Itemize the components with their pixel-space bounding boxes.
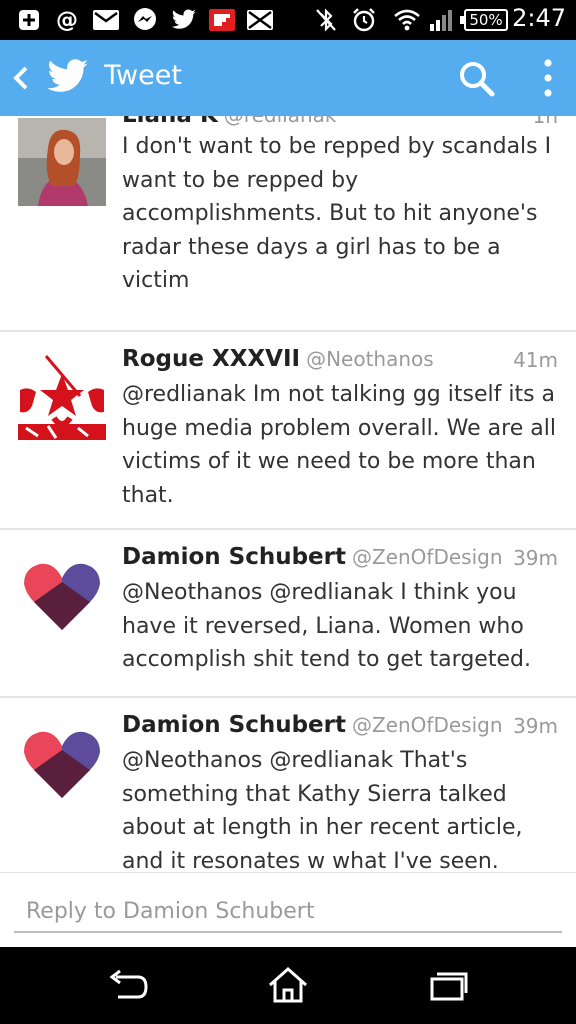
alarm-icon: [350, 6, 378, 34]
messenger-icon: [131, 6, 159, 34]
tweet-author-name[interactable]: Liana K: [122, 116, 218, 128]
home-icon[interactable]: [266, 965, 310, 1005]
back-arrow-icon[interactable]: [8, 62, 32, 94]
avatar[interactable]: [18, 352, 106, 440]
tweet-text: I don't want to be repped by scandals I …: [122, 134, 552, 293]
tweet-header: Rogue XXXVII @Neothanos 41m: [122, 346, 558, 376]
status-clock: 2:47: [512, 4, 566, 32]
tweet-item[interactable]: Damion Schubert @ZenOfDesign 39m @Neothan…: [0, 698, 576, 872]
flipboard-icon: [208, 6, 236, 34]
twitter-icon: [170, 6, 198, 34]
bluetooth-off-icon: [312, 6, 340, 34]
tweet-text: @Neothanos @redlianak That's something t…: [122, 748, 523, 872]
tweet-timestamp: 41m: [513, 348, 558, 372]
mail-icon: [92, 6, 120, 34]
tweet-author-name[interactable]: Damion Schubert: [122, 544, 346, 570]
tweet-text: @Neothanos @redlianak I think you have i…: [122, 580, 531, 672]
avatar[interactable]: [18, 118, 106, 206]
avatar[interactable]: [18, 718, 106, 806]
tweet-timestamp: 39m: [513, 714, 558, 738]
at-icon: @: [56, 7, 78, 33]
tweet-feed[interactable]: Liana K @redlianak 1h I don't want to be …: [0, 116, 576, 872]
twitter-logo-icon[interactable]: [46, 58, 90, 98]
tweet-header: Damion Schubert @ZenOfDesign 39m: [122, 544, 558, 574]
tweet-author-handle[interactable]: @ZenOfDesign: [352, 545, 503, 569]
tweet-author-name[interactable]: Rogue XXXVII: [122, 346, 300, 372]
reply-input[interactable]: [14, 891, 562, 933]
reply-bar: [0, 872, 576, 947]
tweet-author-name[interactable]: Damion Schubert: [122, 712, 346, 738]
tweet-author-handle[interactable]: @redlianak: [224, 116, 337, 127]
back-icon[interactable]: [106, 965, 150, 1005]
tweet-item[interactable]: Rogue XXXVII @Neothanos 41m @redlianak Im…: [0, 332, 576, 530]
tweet-item[interactable]: Damion Schubert @ZenOfDesign 39m @Neothan…: [0, 530, 576, 698]
recent-apps-icon[interactable]: [426, 965, 470, 1005]
system-nav-bar: [0, 947, 576, 1024]
tweet-timestamp: 39m: [513, 546, 558, 570]
battery-indicator: 50%: [460, 9, 508, 31]
tweet-timestamp: 1h: [532, 116, 558, 128]
app-bar: Tweet: [0, 40, 576, 116]
tweet-header: Damion Schubert @ZenOfDesign 39m: [122, 712, 558, 742]
signal-icon: [428, 6, 456, 34]
status-bar: @ 50% 2:47: [0, 0, 576, 40]
search-icon[interactable]: [458, 60, 496, 98]
tweet-text: @redlianak Im not talking gg itself its …: [122, 382, 556, 508]
tweet-item[interactable]: Liana K @redlianak 1h I don't want to be …: [0, 116, 576, 332]
tweet-author-handle[interactable]: @Neothanos: [306, 347, 434, 371]
app-bar-title: Tweet: [104, 60, 182, 91]
add-box-icon: [16, 6, 42, 34]
tweet-author-handle[interactable]: @ZenOfDesign: [352, 713, 503, 737]
wifi-icon: [392, 6, 422, 34]
avatar[interactable]: [18, 550, 106, 638]
envelope-icon: [246, 6, 274, 34]
overflow-menu-icon[interactable]: [540, 58, 556, 98]
